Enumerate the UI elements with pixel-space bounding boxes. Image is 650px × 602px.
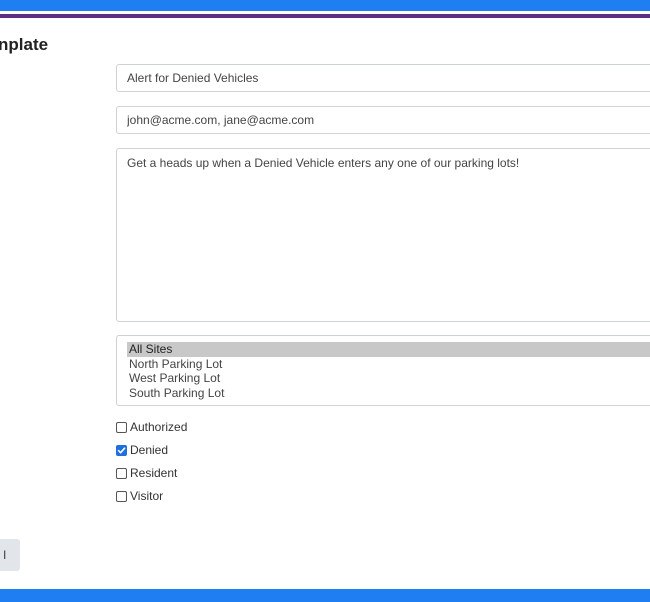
resident-checkbox[interactable] [116,467,127,479]
bottom-brand-bar [0,589,650,602]
recipients-email-input[interactable] [116,106,650,134]
top-accent-bar [0,14,650,18]
visitor-checkbox[interactable] [116,490,127,502]
status-authorized-option[interactable]: Authorized [116,420,187,434]
visitor-label: Visitor [130,489,164,503]
authorized-label: Authorized [130,420,188,434]
page: nplate Get a heads up when a Denied Vehi… [0,0,650,602]
authorized-checkbox[interactable] [116,421,127,433]
site-option-north-parking-lot[interactable]: North Parking Lot [127,357,650,372]
resident-label: Resident [130,466,178,480]
denied-label: Denied [130,443,169,457]
top-brand-bar [0,0,650,11]
alert-name-input[interactable] [116,64,650,92]
site-option-south-parking-lot[interactable]: South Parking Lot [127,386,650,401]
site-option-all-sites[interactable]: All Sites [127,342,650,357]
site-option-west-parking-lot[interactable]: West Parking Lot [127,371,650,386]
sites-multiselect[interactable]: All Sites North Parking Lot West Parking… [116,335,650,406]
status-resident-option[interactable]: Resident [116,466,177,480]
status-denied-option[interactable]: Denied [116,443,168,457]
denied-checkbox[interactable] [116,444,127,456]
status-visitor-option[interactable]: Visitor [116,489,163,503]
page-title: nplate [0,35,49,54]
submit-button[interactable]: l [0,539,20,571]
message-textarea[interactable]: Get a heads up when a Denied Vehicle ent… [116,148,650,322]
check-icon [117,446,126,453]
